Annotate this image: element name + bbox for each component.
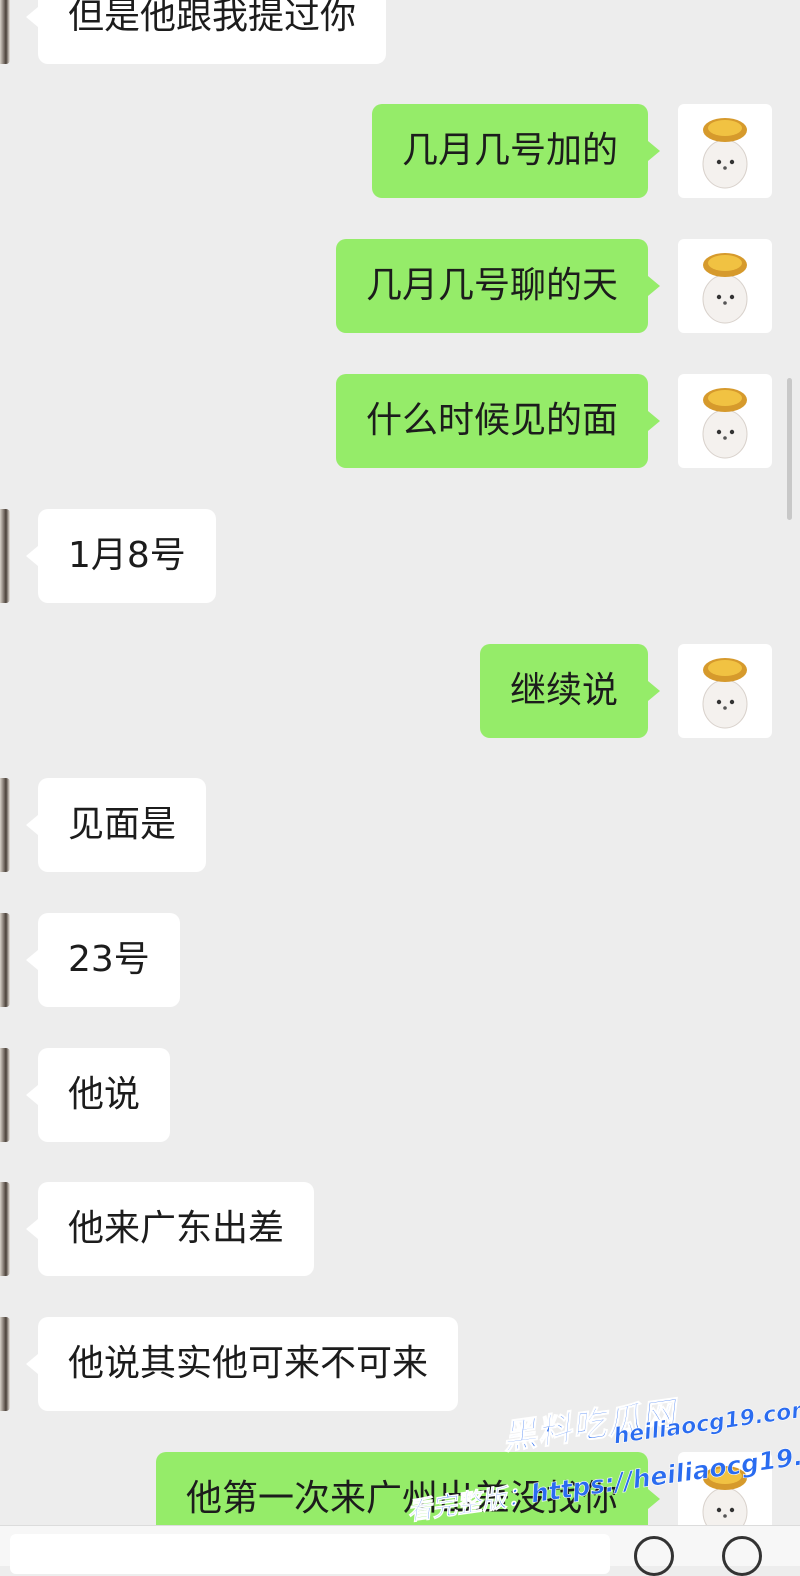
message-bubble[interactable]: 23号 bbox=[26, 913, 180, 1007]
bear-avatar-icon bbox=[702, 118, 748, 189]
contact-avatar[interactable] bbox=[0, 1317, 10, 1411]
contact-avatar[interactable] bbox=[0, 913, 10, 1007]
bear-avatar-icon bbox=[702, 253, 748, 324]
contact-avatar[interactable] bbox=[0, 509, 10, 603]
bear-avatar-icon bbox=[702, 658, 748, 729]
message-input[interactable] bbox=[10, 1534, 610, 1574]
message-bubble[interactable]: 几月几号聊的天 bbox=[335, 239, 661, 333]
message-bubble[interactable]: 什么时候见的面 bbox=[335, 374, 661, 468]
contact-avatar[interactable] bbox=[0, 1182, 10, 1276]
message-bubble[interactable]: 他来广东出差 bbox=[25, 1182, 315, 1276]
message-bubble[interactable]: 1月8号 bbox=[26, 509, 216, 603]
user-avatar[interactable] bbox=[678, 644, 772, 738]
message-bubble[interactable]: 他说 bbox=[25, 1048, 171, 1142]
add-icon[interactable] bbox=[722, 1536, 762, 1576]
message-bubble[interactable]: 他第一次来广州出差没找你 bbox=[155, 1452, 661, 1525]
user-avatar[interactable] bbox=[678, 374, 772, 468]
message-bubble[interactable]: 几月几号加的 bbox=[371, 104, 661, 198]
user-avatar[interactable] bbox=[678, 104, 772, 198]
message-bubble[interactable]: 但是他跟我提过你 bbox=[25, 0, 387, 64]
bear-avatar-icon bbox=[702, 388, 748, 459]
input-toolbar bbox=[0, 1525, 800, 1576]
contact-avatar[interactable] bbox=[0, 1048, 10, 1142]
chat-message-list[interactable]: 但是他跟我提过你 几月几号加的 几月几号聊的天 什么时候见的面 1月8号 继续说… bbox=[0, 0, 800, 1525]
message-bubble[interactable]: 他说其实他可来不可来 bbox=[25, 1317, 459, 1411]
user-avatar[interactable] bbox=[678, 1452, 772, 1525]
contact-avatar[interactable] bbox=[0, 0, 10, 64]
user-avatar[interactable] bbox=[678, 239, 772, 333]
message-bubble[interactable]: 继续说 bbox=[479, 644, 661, 738]
contact-avatar[interactable] bbox=[0, 778, 10, 872]
bear-avatar-icon bbox=[702, 1466, 748, 1525]
message-bubble[interactable]: 见面是 bbox=[25, 778, 207, 872]
emoji-icon[interactable] bbox=[634, 1536, 674, 1576]
scrollbar[interactable] bbox=[787, 378, 792, 520]
